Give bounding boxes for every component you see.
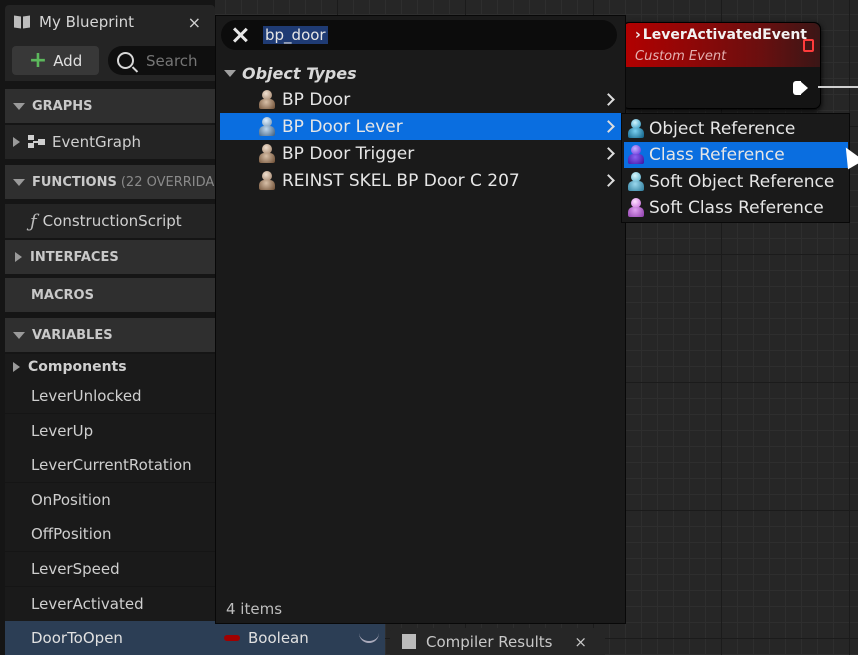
object-types-category[interactable]: Object Types xyxy=(224,64,357,83)
exec-pin-icon[interactable] xyxy=(793,81,808,95)
selected-variable-row[interactable]: DoorToOpen Boolean xyxy=(5,621,385,655)
variable-item[interactable]: LeverActivated xyxy=(5,587,215,621)
section-label: INTERFACES xyxy=(30,249,119,265)
components-label: Components xyxy=(28,359,127,375)
option-label: Object Reference xyxy=(649,119,796,139)
my-blueprint-tab[interactable]: My Blueprint × xyxy=(5,5,215,39)
function-icon: ƒ xyxy=(30,210,37,232)
tab-title: My Blueprint xyxy=(39,13,135,31)
section-macros[interactable]: MACROS xyxy=(5,278,215,312)
clear-search-icon[interactable] xyxy=(233,28,247,42)
event-graph-icon xyxy=(28,135,46,149)
type-item-reinst-skel[interactable]: REINST SKEL BP Door C 207 xyxy=(220,167,621,194)
section-graphs[interactable]: GRAPHS xyxy=(5,89,215,123)
variable-item[interactable]: OffPosition xyxy=(5,517,215,551)
expand-arrow-icon[interactable] xyxy=(13,137,20,147)
type-item-label: REINST SKEL BP Door C 207 xyxy=(282,170,520,191)
search-input[interactable] xyxy=(144,50,218,71)
reference-type-submenu: Object Reference Class Reference Soft Ob… xyxy=(621,113,850,223)
node-header: LeverActivatedEvent Custom Event xyxy=(623,23,820,67)
construction-script-item[interactable]: ƒ ConstructionScript xyxy=(5,204,215,238)
soft-class-reference-option[interactable]: Soft Class Reference xyxy=(624,195,848,221)
node-title: LeverActivatedEvent xyxy=(635,27,807,43)
chevron-right-icon xyxy=(602,174,615,187)
actor-pawn-icon xyxy=(258,116,276,137)
collapse-arrow-icon xyxy=(13,178,25,186)
soft-object-reference-icon xyxy=(627,172,645,192)
class-reference-option[interactable]: Class Reference xyxy=(624,142,848,168)
variable-type-pill-icon[interactable] xyxy=(224,635,240,641)
section-variables[interactable]: VARIABLES xyxy=(5,318,215,352)
variable-type[interactable]: Boolean xyxy=(248,629,309,647)
variable-name: DoorToOpen xyxy=(31,629,123,647)
option-label: Class Reference xyxy=(649,145,785,165)
event-graph-label: EventGraph xyxy=(52,133,141,151)
class-reference-icon xyxy=(627,145,645,165)
custom-event-node[interactable]: LeverActivatedEvent Custom Event xyxy=(622,22,821,109)
chevron-right-icon xyxy=(602,147,615,160)
section-functions[interactable]: FUNCTIONS (22 OVERRIDABLE) xyxy=(5,165,215,199)
type-item-bp-door[interactable]: BP Door xyxy=(220,86,621,113)
type-item-label: BP Door xyxy=(282,89,351,110)
picker-search[interactable]: bp_door xyxy=(221,20,617,50)
variable-item[interactable]: OnPosition xyxy=(5,483,215,517)
exec-wire xyxy=(818,86,858,88)
compiler-icon xyxy=(402,634,416,649)
section-label: VARIABLES xyxy=(32,327,113,343)
collapse-arrow-icon xyxy=(13,331,25,339)
section-interfaces[interactable]: INTERFACES xyxy=(5,240,215,274)
actor-pawn-icon xyxy=(258,89,276,110)
blueprint-book-icon xyxy=(14,16,30,29)
actor-pawn-icon xyxy=(258,143,276,164)
actor-pawn-icon xyxy=(258,170,276,191)
panel-search[interactable] xyxy=(108,46,218,75)
overridable-count: (22 OVERRIDABLE) xyxy=(120,174,215,190)
chevron-right-icon xyxy=(602,120,615,133)
variable-item[interactable]: LeverUp xyxy=(5,414,215,448)
type-item-bp-door-trigger[interactable]: BP Door Trigger xyxy=(220,140,621,167)
compiler-results-label: Compiler Results xyxy=(426,632,553,651)
event-graph-item[interactable]: EventGraph xyxy=(5,125,215,159)
category-label: Object Types xyxy=(242,64,357,83)
object-reference-option[interactable]: Object Reference xyxy=(624,116,848,142)
expand-arrow-icon xyxy=(15,252,22,262)
delegate-pin-icon[interactable] xyxy=(803,39,814,52)
collapse-arrow-icon xyxy=(13,102,25,110)
add-label: Add xyxy=(53,51,83,70)
type-item-label: BP Door Lever xyxy=(282,116,403,137)
section-label: FUNCTIONS xyxy=(32,174,117,190)
compiler-results-tab[interactable]: Compiler Results × xyxy=(390,628,605,655)
expand-arrow-icon[interactable] xyxy=(13,362,20,372)
construction-script-label: ConstructionScript xyxy=(42,212,182,230)
my-blueprint-panel: My Blueprint × + Add GRAPHS EventGraph F… xyxy=(0,0,218,655)
node-subtitle: Custom Event xyxy=(635,49,727,64)
search-icon xyxy=(117,52,134,69)
type-item-label: BP Door Trigger xyxy=(282,143,415,164)
soft-object-reference-option[interactable]: Soft Object Reference xyxy=(624,169,848,195)
item-count: 4 items xyxy=(226,600,283,618)
type-picker-menu: bp_door Object Types BP Door BP Door Lev… xyxy=(215,15,626,624)
eye-icon[interactable] xyxy=(359,633,379,643)
section-label: MACROS xyxy=(31,287,94,303)
collapse-arrow-icon xyxy=(224,70,236,77)
picker-search-input[interactable]: bp_door xyxy=(263,26,328,44)
close-icon[interactable]: × xyxy=(574,633,587,651)
type-item-bp-door-lever[interactable]: BP Door Lever xyxy=(220,113,621,140)
close-icon[interactable]: × xyxy=(188,13,201,32)
variable-item[interactable]: LeverCurrentRotation xyxy=(5,448,215,482)
soft-class-reference-icon xyxy=(627,198,645,218)
option-label: Soft Object Reference xyxy=(649,172,835,192)
add-button[interactable]: + Add xyxy=(12,46,99,75)
section-label: GRAPHS xyxy=(32,98,93,114)
components-category[interactable]: Components xyxy=(5,354,215,380)
variable-item[interactable]: LeverSpeed xyxy=(5,552,215,586)
panel-toolbar: + Add xyxy=(5,39,218,81)
variable-item[interactable]: LeverUnlocked xyxy=(5,379,215,413)
option-label: Soft Class Reference xyxy=(649,198,824,218)
object-reference-icon xyxy=(627,119,645,139)
chevron-right-icon xyxy=(602,93,615,106)
plus-icon: + xyxy=(28,47,48,73)
